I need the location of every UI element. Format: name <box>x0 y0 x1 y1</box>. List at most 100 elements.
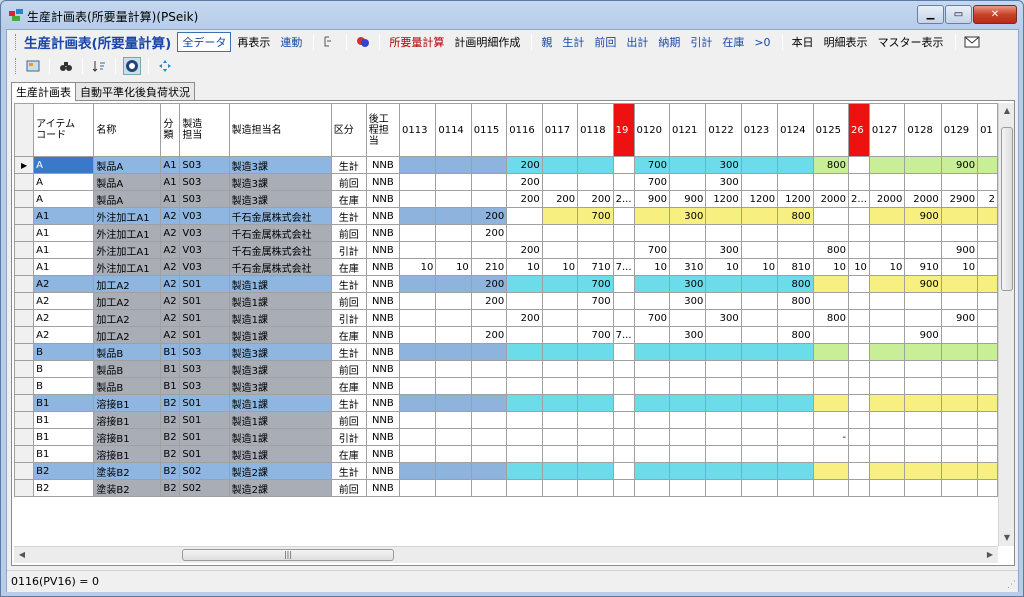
cell-qty[interactable]: 10 <box>705 258 742 276</box>
cell-code[interactable]: A1 <box>33 258 95 276</box>
cell-name[interactable]: 製品A <box>93 173 162 191</box>
scroll-left-icon[interactable]: ◀ <box>14 547 30 563</box>
column-header[interactable]: 分類 <box>160 103 181 157</box>
cell-qty[interactable] <box>940 479 979 497</box>
cell-post[interactable]: NNB <box>365 292 401 310</box>
cell-qty[interactable] <box>940 394 979 412</box>
cell-qty[interactable] <box>577 343 614 361</box>
cell-qty[interactable] <box>506 207 543 225</box>
cell-qty[interactable] <box>904 156 942 174</box>
cell-qty[interactable] <box>435 445 472 463</box>
cell-qty[interactable] <box>633 292 670 310</box>
toolbar-grip[interactable] <box>15 58 18 74</box>
cell-qty[interactable] <box>577 411 614 429</box>
row-header[interactable] <box>14 462 35 480</box>
cell-qty[interactable] <box>398 207 437 225</box>
cell-qty[interactable] <box>848 411 870 429</box>
cell-qty[interactable] <box>668 445 707 463</box>
cell-post[interactable]: NNB <box>365 377 401 395</box>
cell-qty[interactable]: 900 <box>940 156 979 174</box>
cell-qty[interactable] <box>812 445 850 463</box>
cell-dept[interactable]: S01 <box>179 445 230 463</box>
cell-qty[interactable] <box>668 411 707 429</box>
cell-qty[interactable] <box>577 173 614 191</box>
cell-qty[interactable] <box>577 428 614 446</box>
cell-qty[interactable] <box>435 207 472 225</box>
cell-qty[interactable] <box>868 462 906 480</box>
cell-qty[interactable]: 200 <box>506 309 543 327</box>
cell-post[interactable]: NNB <box>365 445 401 463</box>
palette-icon[interactable] <box>354 33 372 51</box>
cell-qty[interactable] <box>848 462 870 480</box>
cell-qty[interactable] <box>904 360 942 378</box>
cell-kbn[interactable]: 前回 <box>330 224 367 242</box>
cell-qty[interactable] <box>977 326 998 344</box>
cell-qty[interactable] <box>848 224 870 242</box>
cell-qty[interactable] <box>940 445 979 463</box>
cell-qty[interactable] <box>633 394 670 412</box>
table-row[interactable]: A2 加工A2 A2 S01 製造1課 生計 NNB 200 700 300 800 900 <box>14 275 998 293</box>
cell-deptname[interactable]: 製造3課 <box>228 360 332 378</box>
cell-qty[interactable] <box>577 224 614 242</box>
cell-qty[interactable] <box>506 462 543 480</box>
column-header[interactable]: 0122 <box>705 103 742 157</box>
cell-kbn[interactable]: 生計 <box>330 207 367 225</box>
cell-code[interactable]: B1 <box>33 428 95 446</box>
cell-qty[interactable] <box>398 190 437 208</box>
cell-qty[interactable]: 200 <box>577 190 614 208</box>
cell-qty[interactable] <box>740 292 779 310</box>
vertical-scrollbar[interactable]: ▲ ▼ <box>998 103 1014 546</box>
row-header[interactable] <box>14 394 35 412</box>
column-header[interactable]: 0125 <box>812 103 850 157</box>
cell-qty[interactable] <box>868 275 906 293</box>
cell-qty[interactable] <box>705 377 742 395</box>
cell-post[interactable]: NNB <box>365 258 401 276</box>
table-row[interactable]: ▶ A 製品A A1 S03 製造3課 生計 NNB 200 700 300 800 900 <box>14 156 998 174</box>
cell-qty[interactable]: 800 <box>777 292 814 310</box>
cell-qty[interactable] <box>740 445 779 463</box>
cell-qty[interactable] <box>705 445 742 463</box>
cell-qty[interactable]: 200 <box>470 224 508 242</box>
cell-qty[interactable] <box>812 292 850 310</box>
cell-qty[interactable] <box>470 156 508 174</box>
cell-qty[interactable] <box>398 360 437 378</box>
link-button[interactable]: 連動 <box>276 33 306 51</box>
cell-cls[interactable]: A2 <box>160 224 181 242</box>
cell-qty[interactable] <box>398 445 437 463</box>
horizontal-scroll-thumb[interactable]: ||| <box>182 549 394 561</box>
cell-deptname[interactable]: 製造1課 <box>228 445 332 463</box>
cell-dept[interactable]: V03 <box>179 258 230 276</box>
cell-qty[interactable] <box>506 224 543 242</box>
cell-qty[interactable] <box>904 462 942 480</box>
cell-deptname[interactable]: 製造3課 <box>228 173 332 191</box>
row-header[interactable] <box>14 241 35 259</box>
cell-dept[interactable]: S01 <box>179 411 230 429</box>
cell-qty[interactable] <box>977 343 998 361</box>
row-header[interactable] <box>14 445 35 463</box>
cell-qty[interactable] <box>705 292 742 310</box>
cell-qty[interactable] <box>612 309 635 327</box>
cell-qty[interactable] <box>904 411 942 429</box>
cell-qty[interactable] <box>668 241 707 259</box>
cell-qty[interactable] <box>577 241 614 259</box>
cell-qty[interactable] <box>612 275 635 293</box>
cell-deptname[interactable]: 千石金属株式会社 <box>228 207 332 225</box>
column-header[interactable]: 0117 <box>541 103 579 157</box>
cell-code[interactable]: A2 <box>33 275 95 293</box>
cell-qty[interactable] <box>541 309 579 327</box>
cell-qty[interactable] <box>740 207 779 225</box>
cell-qty[interactable] <box>470 190 508 208</box>
cell-qty[interactable] <box>541 411 579 429</box>
cell-qty[interactable] <box>740 173 779 191</box>
table-row[interactable]: A2 加工A2 A2 S01 製造1課 在庫 NNB 200 700 7... 300 800 900 <box>14 326 998 344</box>
cell-qty[interactable] <box>435 394 472 412</box>
cell-deptname[interactable]: 製造2課 <box>228 479 332 497</box>
cell-cls[interactable]: A2 <box>160 241 181 259</box>
cell-qty[interactable]: 7... <box>612 258 635 276</box>
cell-cls[interactable]: B2 <box>160 411 181 429</box>
cell-qty[interactable]: 910 <box>904 258 942 276</box>
cell-qty[interactable] <box>633 411 670 429</box>
column-header[interactable]: 0116 <box>506 103 543 157</box>
cell-qty[interactable] <box>940 173 979 191</box>
tab-load-status[interactable]: 自動平準化後負荷状況 <box>75 82 195 100</box>
